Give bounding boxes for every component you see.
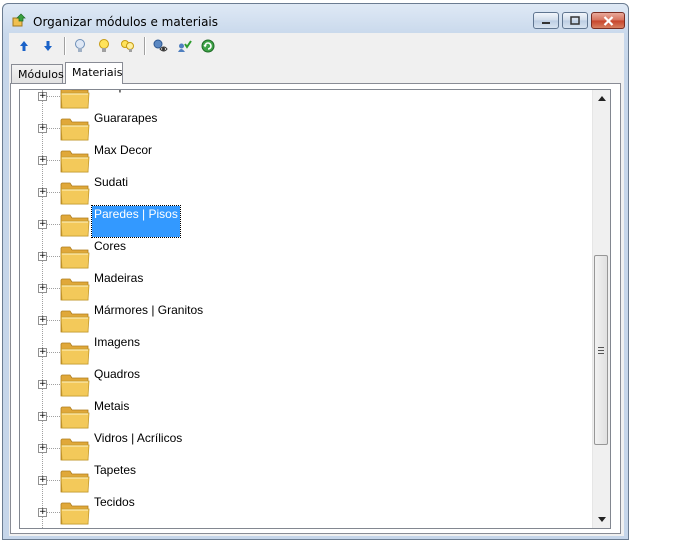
- expand-icon[interactable]: +: [38, 156, 47, 165]
- folder-icon: [60, 214, 90, 237]
- refresh-icon: [201, 39, 215, 53]
- view-button[interactable]: [149, 35, 171, 57]
- lightbulb-off-button[interactable]: [69, 35, 91, 57]
- tree-item-label: Metais: [94, 399, 130, 413]
- tree-item-label: Imagens: [94, 335, 141, 349]
- close-icon: [603, 15, 613, 26]
- tree-item[interactable]: + Max Decor: [20, 143, 594, 176]
- tab-modulos[interactable]: Módulos: [11, 64, 64, 83]
- expand-icon[interactable]: +: [38, 92, 47, 101]
- folder-icon: [60, 470, 90, 493]
- tree-item[interactable]: + Vidros | Acrílicos: [20, 431, 594, 464]
- vertical-scrollbar[interactable]: [592, 90, 610, 528]
- tree-item[interactable]: + Quadros: [20, 367, 594, 400]
- lightbulb-on-icon: [99, 39, 109, 52]
- expand-icon[interactable]: +: [38, 284, 47, 293]
- expand-icon[interactable]: +: [38, 412, 47, 421]
- scroll-down-arrow-icon: [597, 517, 606, 522]
- folder-icon: [60, 278, 90, 301]
- materials-tree-view[interactable]: + Braspan + Guararapes + Max Decor + Sudati + Par…: [19, 89, 611, 529]
- maximize-icon: [570, 16, 580, 25]
- tree-item[interactable]: + Guararapes: [20, 111, 594, 144]
- tab-panel-materiais: + Braspan + Guararapes + Max Decor + Sudati + Par…: [10, 83, 621, 534]
- folder-icon: [60, 310, 90, 333]
- tree-item[interactable]: + Braspan: [20, 90, 594, 112]
- tree-item-label: Guararapes: [94, 111, 158, 125]
- tree-item-label: Madeiras: [94, 271, 144, 285]
- folder-icon: [60, 406, 90, 429]
- tree-content: + Braspan + Guararapes + Max Decor + Sudati + Par…: [20, 90, 594, 528]
- scrollbar-grip-icon: [598, 346, 604, 354]
- folder-icon: [60, 342, 90, 365]
- tree-item-label: Tecidos: [94, 495, 135, 509]
- lightbulbs-button[interactable]: [117, 35, 139, 57]
- toolbar-separator: [144, 37, 146, 55]
- scrollbar-thumb[interactable]: [594, 255, 608, 445]
- tree-item-label: Max Decor: [94, 143, 153, 157]
- tree-item[interactable]: + Sudati: [20, 175, 594, 208]
- close-button[interactable]: [591, 12, 625, 29]
- minimize-button[interactable]: [533, 12, 559, 29]
- folder-icon: [60, 438, 90, 461]
- folder-icon: [60, 150, 90, 173]
- user-check-icon: [178, 40, 192, 52]
- toolbar-separator: [64, 37, 66, 55]
- folder-icon: [60, 374, 90, 397]
- window-title: Organizar módulos e materiais: [33, 15, 219, 29]
- main-window: Organizar módulos e materiais Módulos Ma…: [2, 3, 629, 540]
- folder-icon: [60, 90, 90, 109]
- user-check-button[interactable]: [173, 35, 195, 57]
- toolbar: [9, 33, 624, 59]
- expand-icon[interactable]: +: [38, 252, 47, 261]
- tree-item[interactable]: + Tapetes: [20, 463, 594, 496]
- refresh-button[interactable]: [197, 35, 219, 57]
- tree-item-label: Braspan: [92, 90, 141, 94]
- tree-item[interactable]: + Mármores | Granitos: [20, 303, 594, 336]
- tree-item[interactable]: + Paredes | Pisos: [20, 205, 594, 240]
- tree-item[interactable]: + Imagens: [20, 335, 594, 368]
- expand-icon[interactable]: +: [38, 316, 47, 325]
- expand-icon[interactable]: +: [38, 476, 47, 485]
- expand-icon[interactable]: +: [38, 380, 47, 389]
- folder-icon: [60, 182, 90, 205]
- lightbulb-on-button[interactable]: [93, 35, 115, 57]
- scroll-up-button[interactable]: [593, 90, 610, 107]
- expand-icon[interactable]: +: [38, 508, 47, 517]
- window-client-area: Módulos Materiais + Braspan + Guararapes + Ma…: [9, 33, 624, 536]
- view-eye-icon: [153, 39, 168, 52]
- lightbulbs-icon: [121, 40, 134, 52]
- tab-materiais[interactable]: Materiais: [65, 62, 123, 84]
- tree-item-label: Paredes | Pisos: [91, 205, 181, 238]
- tree-item[interactable]: + Madeiras: [20, 271, 594, 304]
- tree-item-label: Sudati: [94, 175, 129, 189]
- tree-item-label: Mármores | Granitos: [94, 303, 204, 317]
- tree-item-label: Vidros | Acrílicos: [94, 431, 183, 445]
- title-bar[interactable]: Organizar módulos e materiais: [3, 4, 628, 32]
- tree-item-label: Cores: [94, 239, 127, 253]
- app-icon: [12, 13, 26, 27]
- expand-icon[interactable]: +: [38, 220, 47, 229]
- tree-item[interactable]: + Metais: [20, 399, 594, 432]
- tree-item[interactable]: + Tecidos: [20, 495, 594, 528]
- folder-icon: [60, 502, 90, 525]
- scroll-up-arrow-icon: [597, 96, 606, 101]
- minimize-icon: [542, 21, 550, 24]
- scroll-down-button[interactable]: [593, 511, 610, 528]
- expand-icon[interactable]: +: [38, 124, 47, 133]
- tree-item-label: Tapetes: [94, 463, 137, 477]
- folder-icon: [60, 246, 90, 269]
- move-down-button[interactable]: [37, 35, 59, 57]
- folder-icon: [60, 118, 90, 141]
- arrow-up-icon: [20, 41, 28, 51]
- maximize-button[interactable]: [562, 12, 588, 29]
- expand-icon[interactable]: +: [38, 348, 47, 357]
- tree-item[interactable]: + Cores: [20, 239, 594, 272]
- expand-icon[interactable]: +: [38, 188, 47, 197]
- expand-icon[interactable]: +: [38, 444, 47, 453]
- move-up-button[interactable]: [13, 35, 35, 57]
- lightbulb-off-icon: [75, 39, 85, 52]
- arrow-down-icon: [44, 41, 52, 51]
- tree-item-label: Quadros: [94, 367, 141, 381]
